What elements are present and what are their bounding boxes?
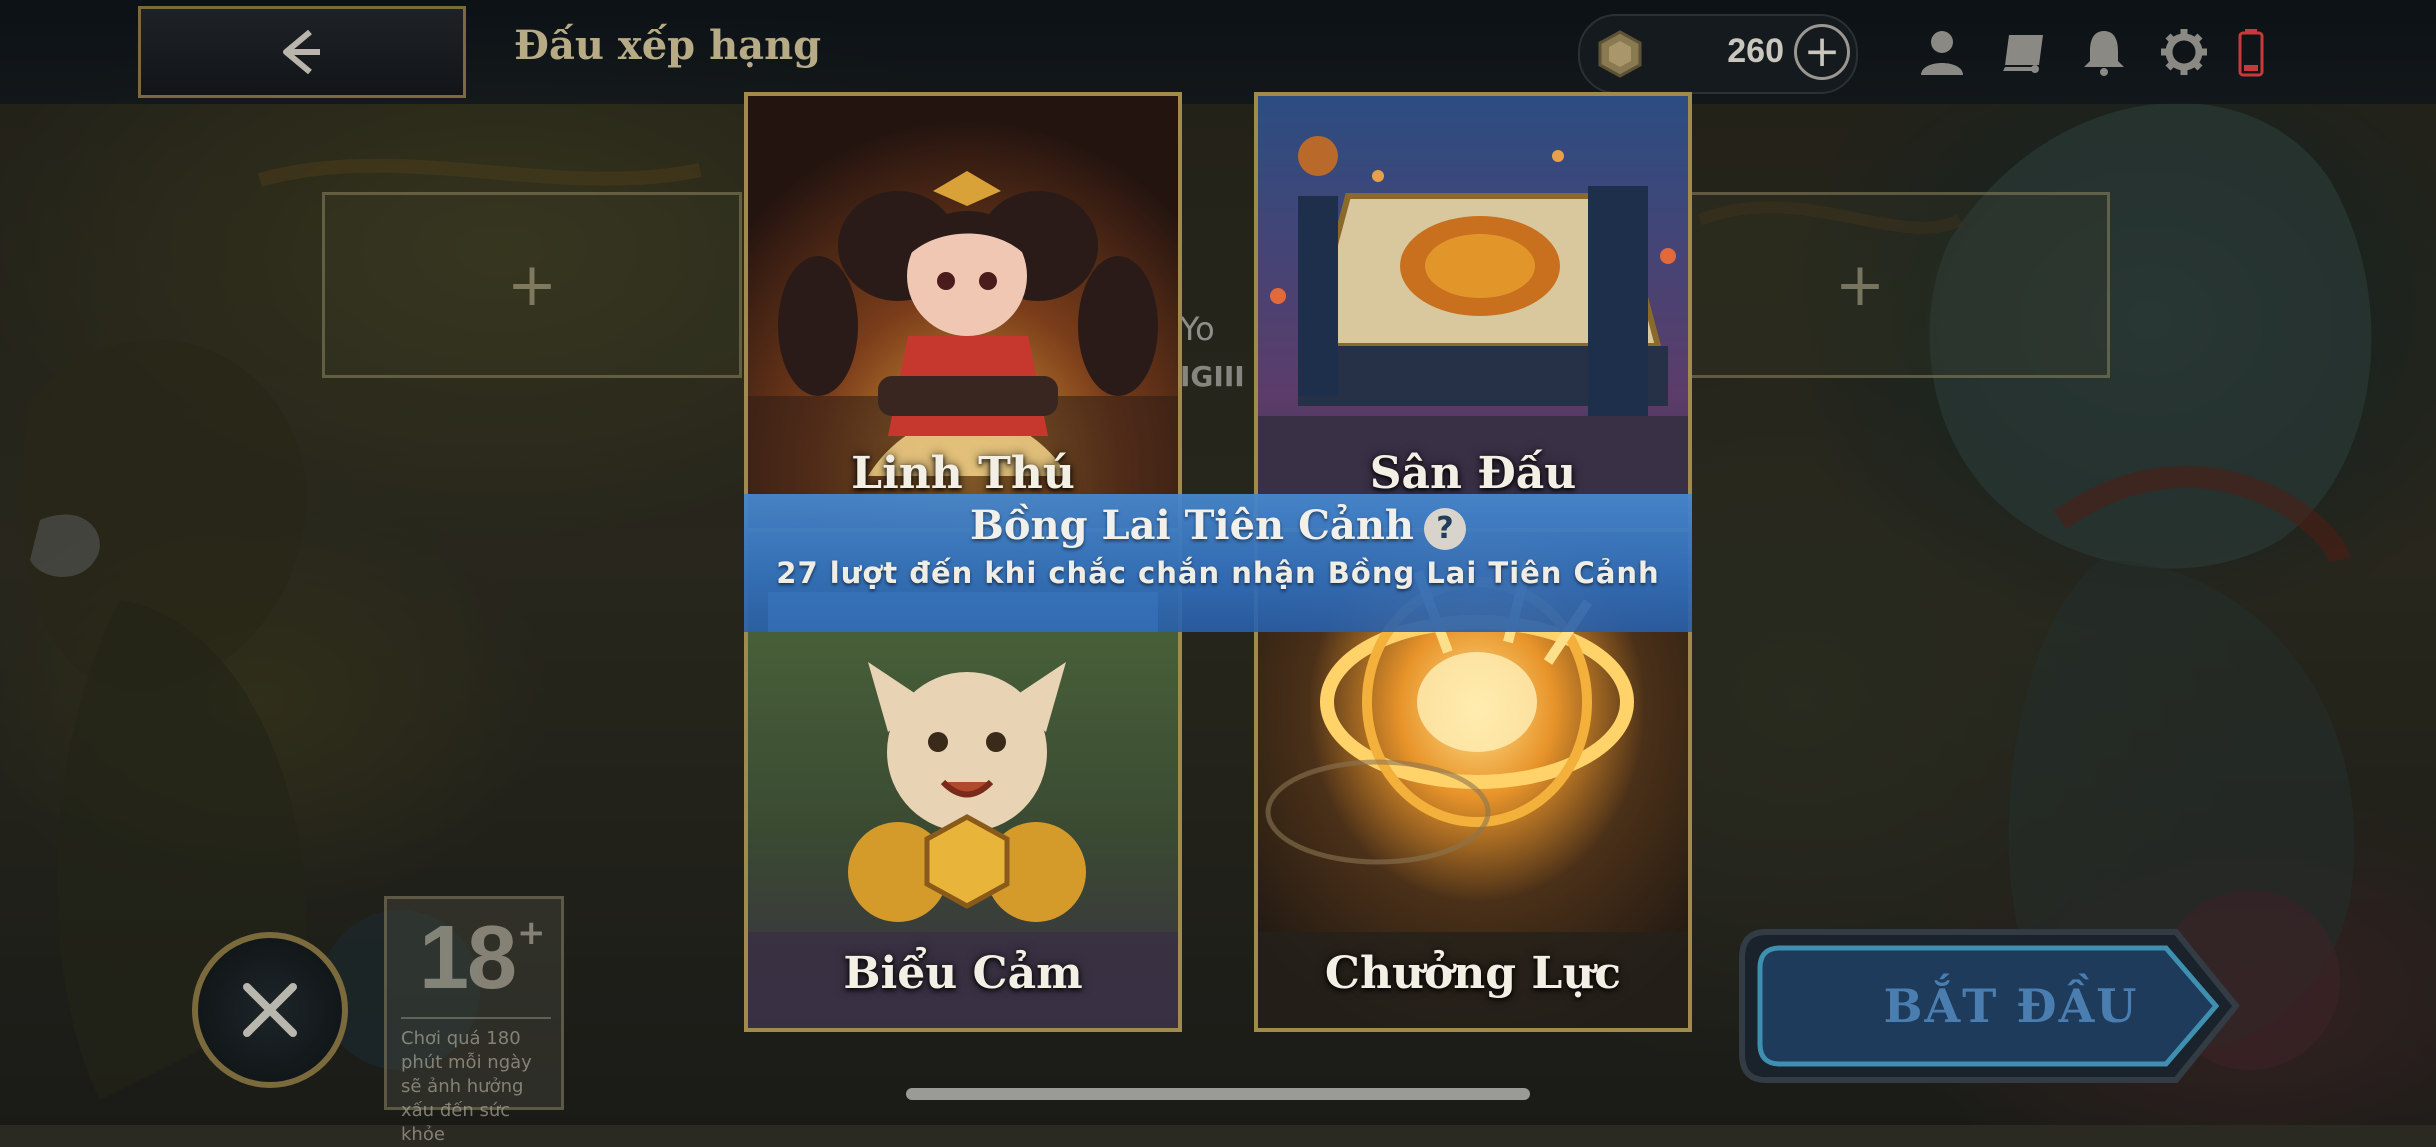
age-rating-plus: + [517, 913, 546, 953]
settings-button[interactable] [2154, 22, 2214, 82]
top-bar: Đấu xếp hạng 260 + [0, 0, 2436, 104]
age-rating-divider [401, 1017, 551, 1019]
start-button-label: BẮT ĐẦU [1883, 979, 2139, 1033]
back-button[interactable] [138, 6, 466, 98]
battery-icon [2238, 29, 2264, 77]
close-icon [243, 983, 297, 1037]
age-rating-number: 18 [419, 908, 517, 1008]
coin-icon [1598, 30, 1642, 78]
banner-subtitle: 27 lượt đến khi chắc chắn nhận Bồng Lai … [776, 556, 1660, 590]
plus-icon: + [506, 250, 558, 320]
profile-icon [1921, 31, 1963, 75]
battery-indicator [2226, 22, 2276, 82]
start-button[interactable]: BẮT ĐẦU [1736, 926, 2244, 1086]
profile-button[interactable] [1912, 22, 1972, 82]
banner-title: Bồng Lai Tiên Cảnh [970, 502, 1414, 549]
card-label-arena: Sân Đấu [1369, 448, 1577, 499]
collection-icon [2003, 35, 2043, 73]
plus-icon: + [1834, 250, 1886, 320]
back-arrow-icon [283, 29, 320, 75]
reward-banner: Bồng Lai Tiên Cảnh? 27 lượt đến khi chắc… [744, 494, 1692, 632]
plus-icon: + [1803, 26, 1841, 77]
close-button[interactable] [192, 932, 348, 1088]
currency-display: 260 + [1578, 14, 1858, 94]
card-label-boom: Chưởng Lực [1324, 948, 1622, 999]
gear-icon [2161, 29, 2207, 75]
age-rating-notice: Chơi quá 180 phút mỗi ngày sẽ ảnh hưởng … [401, 1028, 532, 1145]
player-tag-partial: IGIII [1180, 360, 1245, 393]
banner-title-row: Bồng Lai Tiên Cảnh? [744, 502, 1692, 550]
bell-icon [2084, 31, 2124, 76]
age-rating-badge: 18 + Chơi quá 180 phút mỗi ngày sẽ ảnh h… [384, 896, 564, 1145]
add-currency-button[interactable]: + [1794, 24, 1850, 80]
collection-button[interactable] [1994, 22, 2054, 82]
card-label-pet: Linh Thú [851, 448, 1075, 499]
card-label-emote: Biểu Cảm [843, 948, 1083, 999]
home-indicator[interactable] [906, 1088, 1530, 1100]
coin-amount: 260 [1727, 32, 1784, 70]
page-title: Đấu xếp hạng [514, 22, 822, 69]
empty-party-slot-left[interactable]: + [322, 192, 742, 378]
help-button[interactable]: ? [1423, 508, 1466, 550]
notifications-button[interactable] [2074, 22, 2134, 82]
